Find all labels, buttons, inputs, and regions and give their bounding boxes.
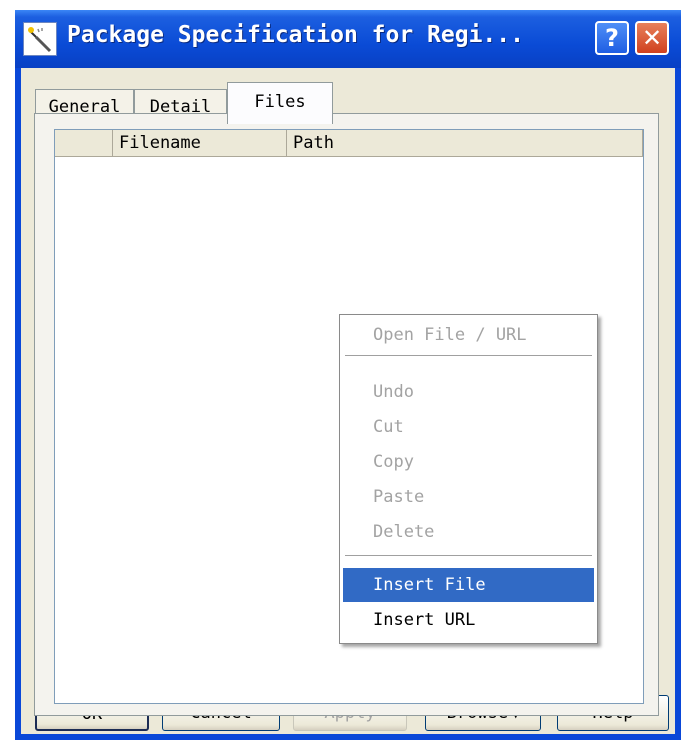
wand-icon [28, 27, 52, 53]
app-icon [23, 22, 57, 56]
dialog-client-area: General Detail Files Filename Path Open … [21, 68, 675, 734]
menu-item-paste[interactable]: Paste [343, 480, 594, 514]
menu-separator [345, 355, 592, 356]
menu-item-insert-file[interactable]: Insert File [343, 568, 594, 602]
menu-item-insert-url[interactable]: Insert URL [343, 603, 594, 637]
menu-item-delete[interactable]: Delete [343, 515, 594, 549]
close-button[interactable]: ✕ [635, 21, 669, 55]
tab-files[interactable]: Files [227, 82, 333, 124]
menu-separator [345, 555, 592, 556]
title-bar[interactable]: Package Specification for Regi... ? ✕ [15, 10, 681, 68]
context-menu: Open File / URL Undo Cut Copy Paste Dele… [339, 314, 598, 644]
list-header: Filename Path [55, 130, 643, 157]
window-title: Package Specification for Regi... [67, 22, 524, 48]
menu-item-cut[interactable]: Cut [343, 410, 594, 444]
column-header-path[interactable]: Path [287, 130, 643, 156]
help-title-button[interactable]: ? [595, 21, 629, 55]
column-header-blank[interactable] [55, 130, 113, 156]
menu-item-undo[interactable]: Undo [343, 375, 594, 409]
package-specification-dialog: Package Specification for Regi... ? ✕ Ge… [15, 10, 681, 740]
menu-item-open-file-url[interactable]: Open File / URL [343, 318, 594, 352]
menu-item-copy[interactable]: Copy [343, 445, 594, 479]
column-header-filename[interactable]: Filename [113, 130, 287, 156]
